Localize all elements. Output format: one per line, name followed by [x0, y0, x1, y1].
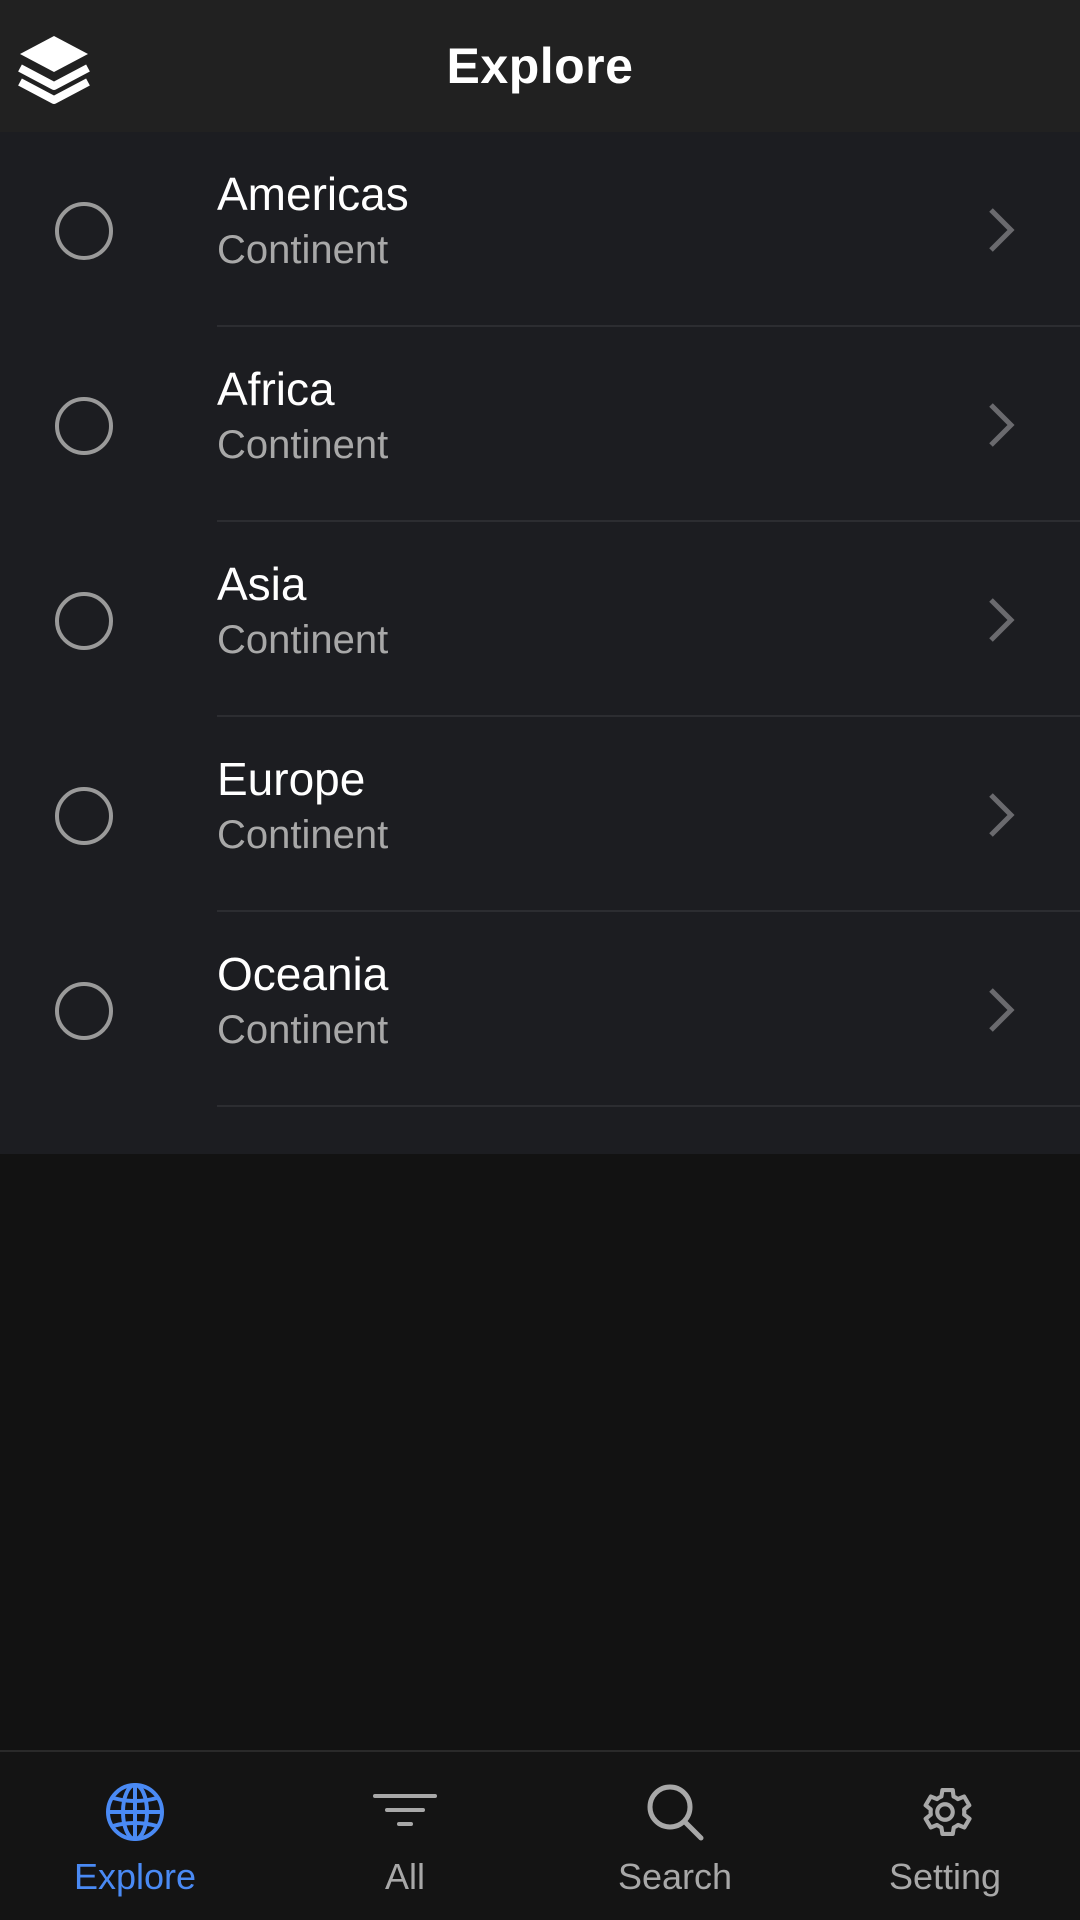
list-item-text: Asia Continent [217, 556, 388, 668]
list-item[interactable]: Oceania Continent [0, 912, 1080, 1107]
nav-item-explore[interactable]: Explore [0, 1752, 270, 1920]
list-item-title: Oceania [217, 948, 389, 1000]
list-item-text: Oceania Continent [217, 946, 388, 1058]
chevron-right-icon [989, 208, 1015, 252]
chevron-right-icon [989, 598, 1015, 642]
list-item[interactable]: Americas Continent [0, 132, 1080, 327]
radio-button[interactable] [55, 592, 113, 650]
layers-icon [18, 36, 90, 104]
list-item[interactable]: Africa Continent [0, 327, 1080, 522]
list-item-title: Americas [217, 168, 409, 220]
nav-label: Setting [888, 1856, 1002, 1897]
search-icon [643, 1780, 707, 1844]
nav-label: Search [617, 1856, 733, 1897]
chevron-right-icon [989, 793, 1015, 837]
list-item-text: Europe Continent [217, 751, 388, 863]
globe-icon [103, 1780, 167, 1844]
radio-button[interactable] [55, 202, 113, 260]
list-item-subtitle: Continent [217, 228, 389, 272]
nav-item-all[interactable]: All [270, 1752, 540, 1920]
gear-icon [913, 1780, 977, 1844]
list-item-text: Americas Continent [217, 166, 409, 278]
nav-item-setting[interactable]: Setting [810, 1752, 1080, 1920]
top-app-bar: Explore [0, 0, 1080, 132]
list-item-subtitle: Continent [217, 1008, 389, 1052]
radio-button[interactable] [55, 982, 113, 1040]
list-item-text: Africa Continent [217, 361, 388, 473]
app-root: Explore Americas Continent Africa Contin… [0, 0, 1080, 1920]
list-item-title: Africa [217, 363, 335, 415]
bottom-navigation: Explore All Search Setting [0, 1750, 1080, 1920]
nav-item-search[interactable]: Search [540, 1752, 810, 1920]
list-item-subtitle: Continent [217, 813, 389, 857]
list-item[interactable]: Asia Continent [0, 522, 1080, 717]
chevron-right-icon [989, 403, 1015, 447]
chevron-right-icon [989, 988, 1015, 1032]
nav-label: Explore [73, 1856, 197, 1897]
filter-icon [373, 1780, 437, 1844]
list-item-title: Europe [217, 753, 366, 805]
divider [217, 1105, 1080, 1107]
list-item[interactable]: Europe Continent [0, 717, 1080, 912]
layers-menu-button[interactable] [14, 28, 94, 108]
list-item-subtitle: Continent [217, 618, 389, 662]
list-item-subtitle: Continent [217, 423, 389, 467]
radio-button[interactable] [55, 397, 113, 455]
continent-list: Americas Continent Africa Continent Asia [0, 132, 1080, 1154]
radio-button[interactable] [55, 787, 113, 845]
page-title: Explore [446, 38, 634, 94]
nav-label: All [384, 1856, 425, 1897]
list-item-title: Asia [217, 558, 307, 610]
